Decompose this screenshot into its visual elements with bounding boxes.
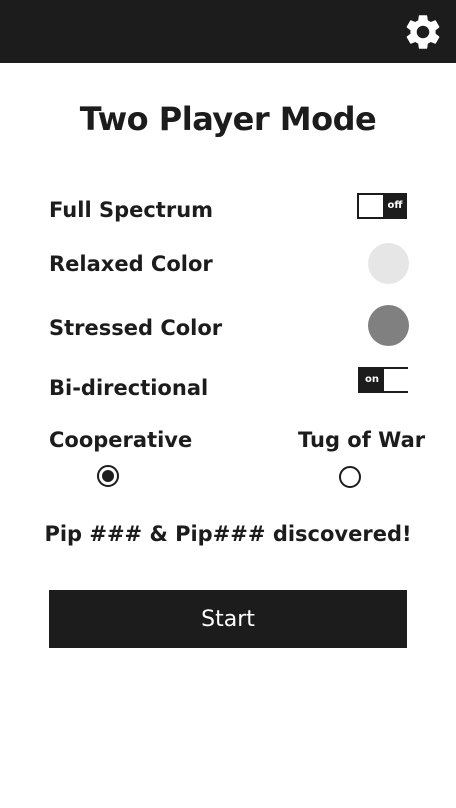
gear-icon[interactable] (402, 11, 444, 53)
full-spectrum-label: Full Spectrum (49, 198, 214, 222)
bi-directional-label: Bi-directional (49, 376, 209, 400)
start-button[interactable]: Start (49, 590, 407, 648)
radio-selected-dot (102, 470, 114, 482)
relaxed-color-swatch[interactable] (368, 243, 409, 284)
toggle-state-text: off (383, 195, 407, 217)
discovery-status: Pip ### & Pip### discovered! (44, 522, 412, 546)
relaxed-color-label: Relaxed Color (49, 252, 213, 276)
stressed-color-swatch[interactable] (368, 305, 409, 346)
toggle-state-text: on (360, 369, 384, 391)
tug-of-war-radio[interactable] (339, 466, 361, 488)
tug-of-war-label: Tug of War (298, 428, 426, 452)
stressed-color-label: Stressed Color (49, 316, 223, 340)
page-title: Two Player Mode (79, 100, 377, 138)
toggle-knob (359, 195, 383, 217)
cooperative-radio[interactable] (97, 465, 119, 487)
cooperative-label: Cooperative (49, 428, 193, 452)
full-spectrum-toggle[interactable]: off (357, 193, 407, 219)
top-bar (0, 0, 456, 63)
toggle-knob (384, 369, 408, 391)
bi-directional-toggle[interactable]: on (358, 367, 408, 393)
